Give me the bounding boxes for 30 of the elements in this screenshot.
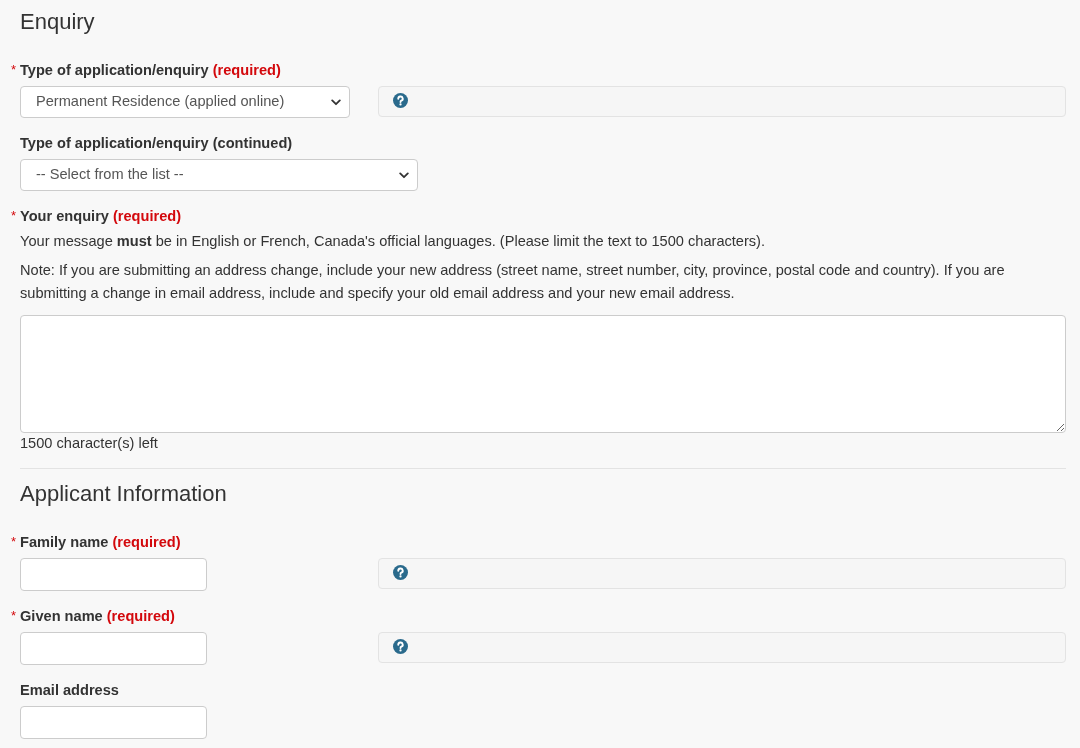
required-asterisk: *	[11, 535, 17, 548]
field-label: Family name	[20, 533, 109, 552]
required-asterisk: *	[11, 209, 17, 222]
section-heading: Enquiry	[20, 8, 96, 36]
required-tag: (required)	[112, 532, 181, 552]
chevron-down-icon	[399, 171, 409, 179]
text-input[interactable]	[20, 706, 207, 739]
field-label: Type of application/enquiry (continued)	[20, 134, 293, 153]
instructions-text: Your message must be in English or French, Canada's official languages. (Please limit the text to 1500 characters).	[20, 232, 767, 251]
chevron-down-icon	[331, 98, 341, 106]
field-label: Email address	[20, 681, 119, 700]
required-asterisk: *	[11, 609, 17, 622]
text-input[interactable]	[20, 632, 207, 665]
dropdown[interactable]: -- Select from the list --	[20, 159, 418, 191]
text-input[interactable]	[20, 558, 207, 591]
field-label: Type of application/enquiry	[20, 61, 209, 80]
required-asterisk: *	[11, 63, 17, 76]
dropdown[interactable]: Permanent Residence (applied online)	[20, 86, 350, 118]
message-textarea[interactable]	[20, 315, 1066, 433]
required-tag: (required)	[106, 606, 175, 626]
instructions-text: Note: If you are submitting an address change, include your new address (street name, street number, city, province, postal code and country). If you are submitting a change in email address, include and specify your old email address and your new email address.	[20, 261, 1006, 303]
required-tag: (required)	[212, 60, 281, 80]
field-label: Given name	[20, 607, 103, 626]
character-counter: 1500 character(s) left	[20, 434, 159, 453]
help-icon[interactable]	[393, 565, 408, 580]
required-tag: (required)	[112, 206, 182, 226]
help-icon[interactable]	[393, 93, 408, 108]
help-icon[interactable]	[393, 639, 408, 654]
section-heading: Applicant Information	[20, 480, 228, 508]
field-label: Your enquiry	[20, 207, 109, 226]
